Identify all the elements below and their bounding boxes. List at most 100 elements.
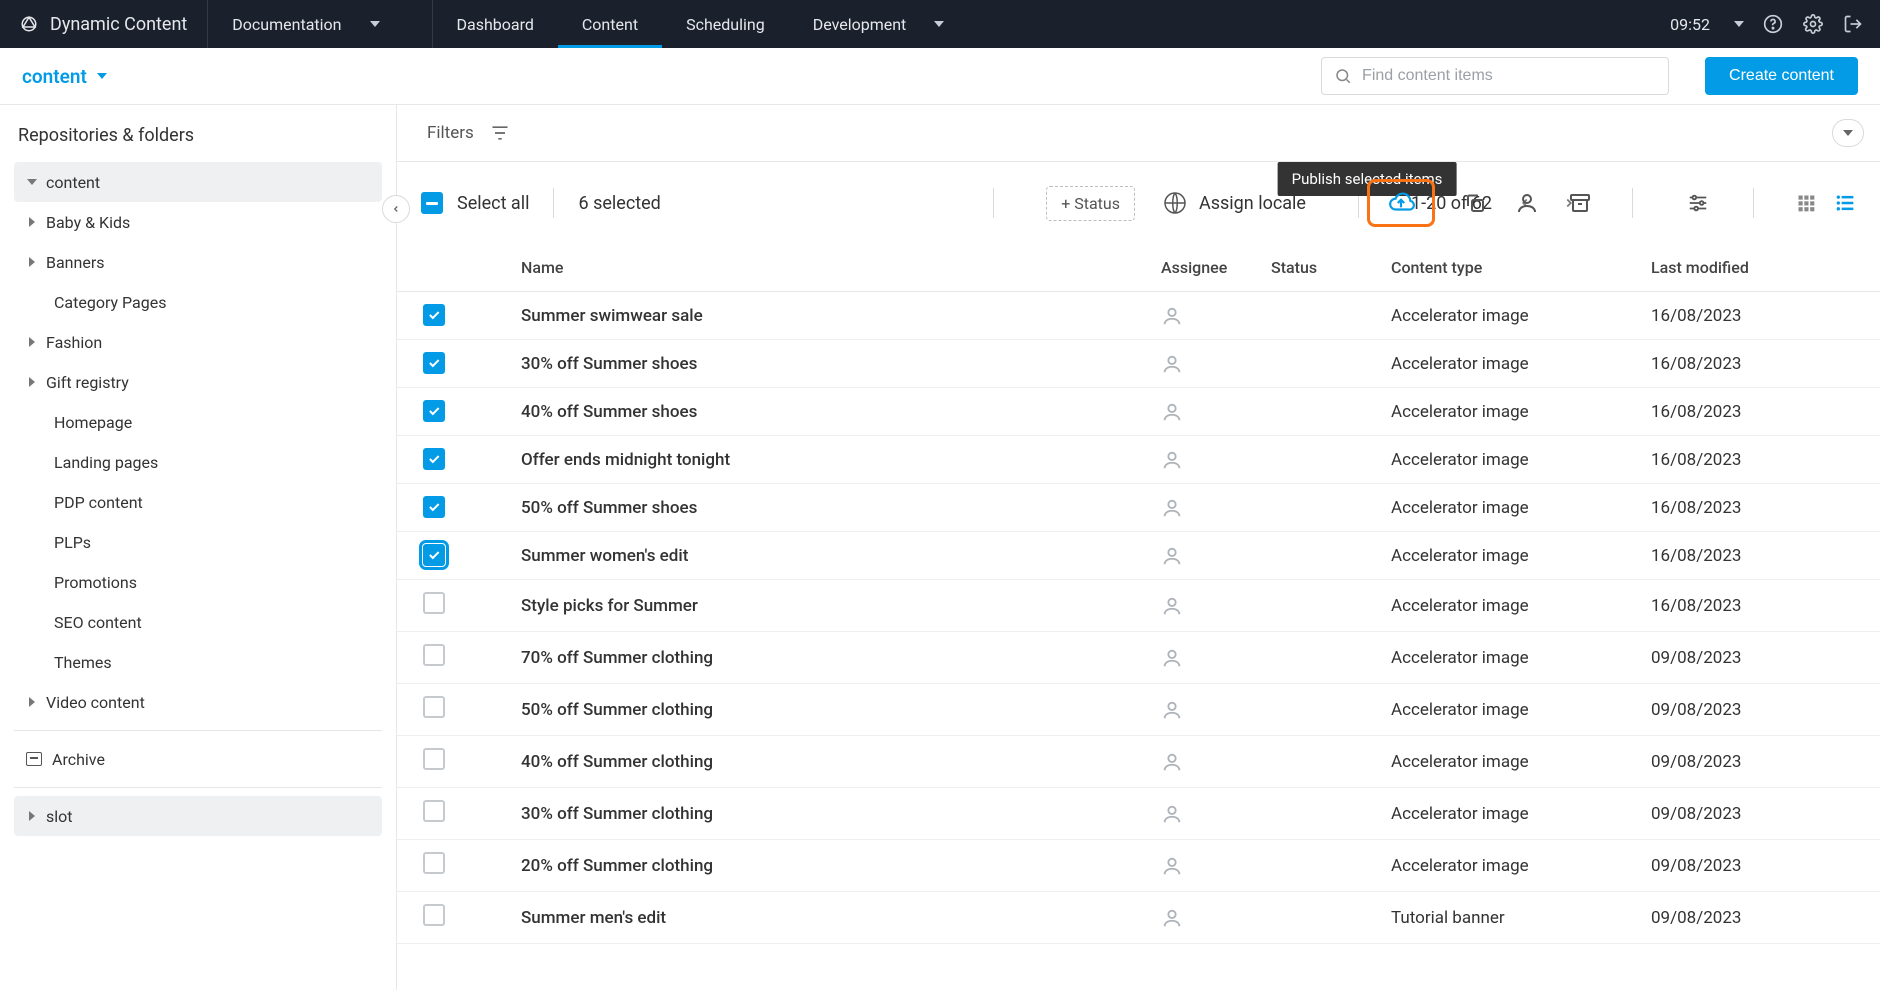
- row-name: 30% off Summer shoes: [509, 340, 1149, 388]
- sidebar-item[interactable]: Banners: [14, 242, 382, 282]
- sidebar-item-label: PLPs: [54, 533, 91, 552]
- table-row[interactable]: 50% off Summer clothingAccelerator image…: [397, 684, 1880, 736]
- row-checkbox[interactable]: [423, 904, 445, 926]
- sidebar-item[interactable]: Homepage: [14, 402, 382, 442]
- nav-content[interactable]: Content: [558, 0, 662, 48]
- row-status: [1259, 580, 1379, 632]
- nav-development[interactable]: Development: [789, 0, 969, 48]
- table-row[interactable]: 70% off Summer clothingAccelerator image…: [397, 632, 1880, 684]
- assignee-icon[interactable]: [1161, 305, 1247, 327]
- row-checkbox[interactable]: [423, 852, 445, 874]
- sidebar-item[interactable]: Landing pages: [14, 442, 382, 482]
- archive-icon[interactable]: [1567, 191, 1593, 215]
- add-status-button[interactable]: + Status: [1046, 186, 1135, 221]
- table-row[interactable]: 20% off Summer clothingAccelerator image…: [397, 840, 1880, 892]
- assignee-icon[interactable]: [1161, 751, 1247, 773]
- table-row[interactable]: 40% off Summer clothingAccelerator image…: [397, 736, 1880, 788]
- filter-icon[interactable]: [490, 123, 510, 143]
- settings-icon[interactable]: [1802, 13, 1824, 35]
- sidebar-item[interactable]: PLPs: [14, 522, 382, 562]
- list-view-icon[interactable]: [1834, 193, 1856, 213]
- row-checkbox[interactable]: [423, 448, 445, 470]
- collapse-sidebar-button[interactable]: [382, 195, 410, 223]
- assignee-icon[interactable]: [1161, 545, 1247, 567]
- table-row[interactable]: 30% off Summer clothingAccelerator image…: [397, 788, 1880, 840]
- search-input[interactable]: [1362, 67, 1656, 85]
- select-all-label: Select all: [457, 193, 529, 214]
- assignee-icon[interactable]: [1161, 803, 1247, 825]
- row-checkbox[interactable]: [423, 400, 445, 422]
- assignee-icon[interactable]: [1161, 449, 1247, 471]
- row-checkbox[interactable]: [423, 748, 445, 770]
- table-row[interactable]: Style picks for SummerAccelerator image1…: [397, 580, 1880, 632]
- row-status: [1259, 736, 1379, 788]
- col-assignee[interactable]: Assignee: [1149, 244, 1259, 292]
- assignee-icon[interactable]: [1161, 647, 1247, 669]
- sidebar-item-label: Landing pages: [54, 453, 158, 472]
- nav-dashboard[interactable]: Dashboard: [433, 0, 558, 48]
- table-row[interactable]: Summer men's editTutorial banner09/08/20…: [397, 892, 1880, 944]
- assignee-icon[interactable]: [1161, 401, 1247, 423]
- search-input-wrapper[interactable]: [1321, 57, 1669, 95]
- sidebar-slot[interactable]: slot: [14, 796, 382, 836]
- col-last-modified[interactable]: Last modified: [1639, 244, 1799, 292]
- clock: 09:52: [1670, 15, 1710, 34]
- col-status[interactable]: Status: [1259, 244, 1379, 292]
- sort-settings-icon[interactable]: [1685, 192, 1711, 214]
- row-checkbox[interactable]: [423, 592, 445, 614]
- row-checkbox[interactable]: [423, 800, 445, 822]
- table-row[interactable]: Summer swimwear saleAccelerator image16/…: [397, 292, 1880, 340]
- select-all-checkbox[interactable]: [421, 192, 443, 214]
- chevron-down-icon[interactable]: [1734, 21, 1744, 27]
- copy-icon[interactable]: [1463, 191, 1487, 215]
- logout-icon[interactable]: [1842, 13, 1864, 35]
- row-checkbox[interactable]: [423, 352, 445, 374]
- row-name: Summer men's edit: [509, 892, 1149, 944]
- table-row[interactable]: Summer women's editAccelerator image16/0…: [397, 532, 1880, 580]
- chevron-down-icon: [1843, 130, 1853, 136]
- table-row[interactable]: 30% off Summer shoesAccelerator image16/…: [397, 340, 1880, 388]
- row-status: [1259, 532, 1379, 580]
- table-row[interactable]: 40% off Summer shoesAccelerator image16/…: [397, 388, 1880, 436]
- sidebar-item[interactable]: PDP content: [14, 482, 382, 522]
- row-status: [1259, 436, 1379, 484]
- assignee-icon[interactable]: [1161, 907, 1247, 929]
- sidebar-item[interactable]: content: [14, 162, 382, 202]
- assignee-icon[interactable]: [1161, 353, 1247, 375]
- table-row[interactable]: Offer ends midnight tonightAccelerator i…: [397, 436, 1880, 484]
- row-checkbox[interactable]: [423, 304, 445, 326]
- sidebar-item[interactable]: Themes: [14, 642, 382, 682]
- sidebar-item[interactable]: Baby & Kids: [14, 202, 382, 242]
- row-content-type: Accelerator image: [1379, 484, 1639, 532]
- sidebar-item[interactable]: Category Pages: [14, 282, 382, 322]
- row-content-type: Accelerator image: [1379, 684, 1639, 736]
- grid-view-icon[interactable]: [1796, 193, 1816, 213]
- sidebar-archive[interactable]: Archive: [14, 739, 382, 779]
- sidebar-item[interactable]: SEO content: [14, 602, 382, 642]
- help-icon[interactable]: [1762, 13, 1784, 35]
- col-name[interactable]: Name: [509, 244, 1149, 292]
- row-checkbox[interactable]: [423, 496, 445, 518]
- table-row[interactable]: 50% off Summer shoesAccelerator image16/…: [397, 484, 1880, 532]
- publish-icon[interactable]: [1386, 190, 1416, 216]
- assignee-icon[interactable]: [1161, 595, 1247, 617]
- assignee-icon[interactable]: [1161, 497, 1247, 519]
- brand-logo-icon: [20, 15, 38, 33]
- assignee-icon[interactable]: [1161, 855, 1247, 877]
- row-checkbox[interactable]: [423, 644, 445, 666]
- more-options-button[interactable]: [1832, 119, 1864, 147]
- sidebar-item[interactable]: Fashion: [14, 322, 382, 362]
- sidebar-item[interactable]: Gift registry: [14, 362, 382, 402]
- assign-user-icon[interactable]: [1515, 191, 1539, 215]
- selection-toolbar: Select all 6 selected Publish selected i…: [397, 162, 1880, 244]
- row-checkbox[interactable]: [423, 544, 445, 566]
- repo-selector[interactable]: content: [22, 65, 107, 88]
- sidebar-item[interactable]: Promotions: [14, 562, 382, 602]
- nav-documentation[interactable]: Documentation: [208, 0, 432, 48]
- col-content-type[interactable]: Content type: [1379, 244, 1639, 292]
- nav-scheduling[interactable]: Scheduling: [662, 0, 789, 48]
- row-checkbox[interactable]: [423, 696, 445, 718]
- create-content-button[interactable]: Create content: [1705, 57, 1858, 95]
- sidebar-item[interactable]: Video content: [14, 682, 382, 722]
- assignee-icon[interactable]: [1161, 699, 1247, 721]
